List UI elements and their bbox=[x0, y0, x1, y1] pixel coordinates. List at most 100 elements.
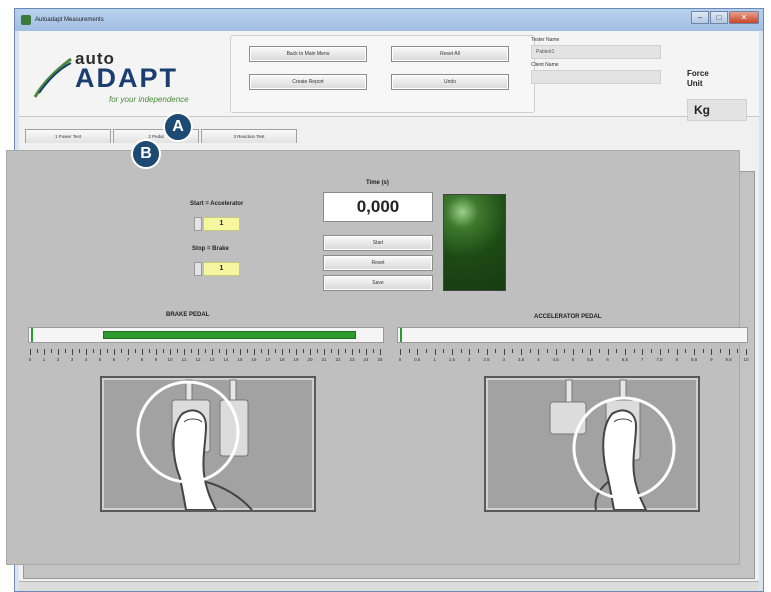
back-to-main-menu-button[interactable]: Back to Main Menu bbox=[249, 46, 367, 62]
minimize-button[interactable]: – bbox=[691, 11, 709, 24]
brake-scale-tick bbox=[30, 349, 31, 355]
unit-label: Unit bbox=[687, 79, 703, 88]
brake-scale-tick bbox=[352, 349, 353, 355]
accelerator-bar-thumb[interactable] bbox=[400, 328, 405, 342]
accelerator-scale-tick-label: 2 bbox=[467, 357, 471, 362]
client-name-field[interactable] bbox=[531, 70, 661, 84]
accelerator-scale: 0 0,5 1 1,5 2 2,5 3 3,5 4 4,5 5 5,5 6 6,5 7 7,5 8 8,5 9 9,5… bbox=[399, 349, 749, 367]
accelerator-scale-tick-label: 9 bbox=[710, 357, 713, 362]
accelerator-scale-tick bbox=[624, 349, 626, 355]
accelerator-scale-tick bbox=[529, 349, 531, 353]
accelerator-scale-tick bbox=[512, 349, 514, 353]
brake-scale-tick bbox=[359, 349, 360, 353]
reset-all-button[interactable]: Reset All bbox=[391, 46, 509, 62]
accelerator-scale-tick bbox=[460, 349, 462, 353]
window-title: Autoadapt Measurements bbox=[35, 17, 104, 23]
accelerator-scale-tick bbox=[573, 349, 574, 355]
brake-scale-tick bbox=[93, 349, 94, 353]
accelerator-scale-tick-label: 9,5 bbox=[725, 357, 732, 362]
brake-scale-tick bbox=[373, 349, 374, 353]
brake-bar-fill bbox=[103, 331, 356, 339]
brake-scale-tick bbox=[198, 349, 199, 355]
force-unit-value[interactable]: Kg bbox=[687, 99, 747, 121]
brake-scale-tick-label: 23 bbox=[349, 357, 355, 362]
brake-scale-tick bbox=[184, 349, 185, 355]
brake-scale-tick bbox=[142, 349, 143, 355]
autoadapt-logo: auto ADAPT for your independence bbox=[33, 49, 213, 109]
start-spinner[interactable] bbox=[194, 217, 202, 231]
brake-scale-tick bbox=[65, 349, 66, 353]
undo-button[interactable]: Undo bbox=[391, 74, 509, 90]
reset-button[interactable]: Reset bbox=[323, 255, 433, 271]
brake-scale-tick-label: 24 bbox=[363, 357, 369, 362]
brake-pedal-label: BRAKE PEDAL bbox=[166, 312, 210, 318]
brake-scale-tick-label: 25 bbox=[377, 357, 383, 362]
maximize-button[interactable]: □ bbox=[710, 11, 728, 24]
accelerator-scale-tick bbox=[555, 349, 557, 355]
accelerator-scale-tick-label: 4,5 bbox=[552, 357, 559, 362]
accelerator-scale-tick-label: 6 bbox=[606, 357, 609, 362]
start-button[interactable]: Start bbox=[323, 235, 433, 251]
brake-scale-tick-label: 4 bbox=[84, 357, 88, 362]
brake-scale-tick bbox=[58, 349, 59, 355]
close-button[interactable]: ✕ bbox=[729, 11, 759, 24]
accelerator-scale-tick-label: 4 bbox=[537, 357, 540, 362]
accelerator-scale-tick bbox=[711, 349, 713, 355]
brake-scale-tick bbox=[44, 349, 45, 355]
brake-scale-tick bbox=[121, 349, 122, 353]
tab-power-test[interactable]: 1 Power Test bbox=[25, 129, 111, 143]
brake-scale-tick bbox=[100, 349, 101, 355]
reaction-indicator-light bbox=[443, 194, 506, 291]
brake-pedal-bar bbox=[28, 327, 384, 343]
brake-scale-tick bbox=[233, 349, 234, 353]
brake-scale-tick-label: 0 bbox=[28, 357, 32, 362]
brake-scale-tick-label: 1 bbox=[42, 357, 46, 362]
brake-scale-tick bbox=[261, 349, 262, 353]
brake-scale-tick-label: 18 bbox=[279, 357, 285, 362]
accelerator-scale-tick bbox=[564, 349, 566, 353]
brake-scale-tick-label: 9 bbox=[154, 357, 158, 362]
brake-scale-tick bbox=[191, 349, 192, 353]
brake-scale-tick bbox=[310, 349, 311, 355]
tester-name-field[interactable]: Patient1 bbox=[531, 45, 661, 59]
brake-scale-tick bbox=[128, 349, 129, 355]
accelerator-scale-tick bbox=[581, 349, 583, 353]
accelerator-scale-tick bbox=[477, 349, 479, 353]
brake-scale-tick bbox=[226, 349, 227, 355]
brake-scale-tick bbox=[135, 349, 136, 353]
brake-scale-tick-label: 16 bbox=[251, 357, 257, 362]
accelerator-scale-tick bbox=[538, 349, 540, 355]
brake-scale-tick bbox=[107, 349, 108, 353]
stop-value[interactable]: 1 bbox=[203, 262, 240, 276]
accelerator-scale-tick-label: 3,5 bbox=[517, 357, 525, 362]
brake-scale-tick-label: 3 bbox=[70, 357, 74, 362]
brake-scale-tick bbox=[156, 349, 157, 355]
brake-scale-tick bbox=[205, 349, 206, 353]
accelerator-scale-tick bbox=[685, 349, 687, 353]
brake-scale-tick bbox=[380, 349, 381, 355]
annotation-badge-a: A bbox=[163, 112, 193, 142]
brake-scale-tick bbox=[79, 349, 80, 353]
accelerator-scale-tick bbox=[746, 349, 747, 355]
start-value[interactable]: 1 bbox=[203, 217, 240, 231]
brake-scale-tick bbox=[254, 349, 255, 355]
brake-scale-tick bbox=[240, 349, 241, 355]
brake-scale-tick-label: 19 bbox=[293, 357, 299, 362]
brake-scale-tick bbox=[247, 349, 248, 353]
accelerator-scale-tick bbox=[425, 349, 427, 353]
brake-scale-tick-label: 12 bbox=[195, 357, 201, 362]
create-report-button[interactable]: Create Report bbox=[249, 74, 367, 90]
accelerator-scale-tick bbox=[408, 349, 410, 353]
save-button[interactable]: Save bbox=[323, 275, 433, 291]
accelerator-scale-tick bbox=[668, 349, 670, 353]
accelerator-scale-tick bbox=[434, 349, 436, 355]
client-name-label: Client Name bbox=[531, 62, 559, 68]
brake-scale-tick-label: 2 bbox=[56, 357, 60, 362]
brake-scale-tick-label: 17 bbox=[265, 357, 271, 362]
accelerator-scale-tick bbox=[469, 349, 471, 355]
stop-spinner[interactable] bbox=[194, 262, 202, 276]
tab-reaction-test[interactable]: 3 Reaction Test bbox=[201, 129, 297, 143]
title-bar: Autoadapt Measurements – □ ✕ bbox=[15, 9, 763, 31]
brake-scale-tick bbox=[72, 349, 73, 355]
brake-bar-thumb[interactable] bbox=[31, 328, 36, 342]
